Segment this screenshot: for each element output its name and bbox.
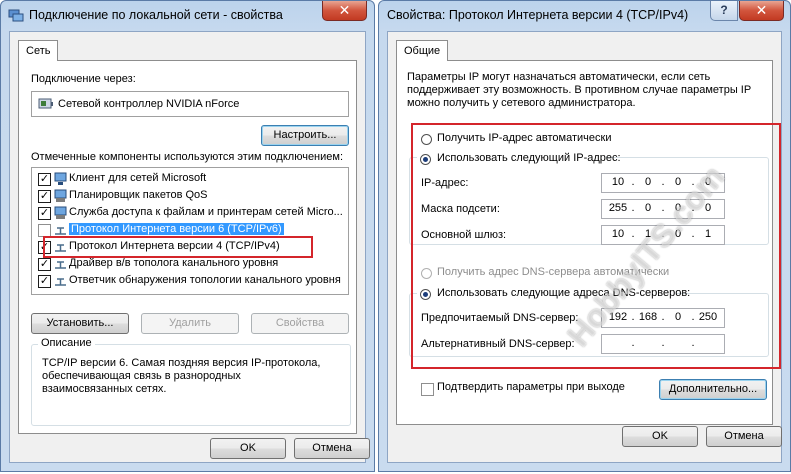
description-text: TCP/IP версии 6. Самая поздняя версия IP… <box>42 357 321 395</box>
component-label: Протокол Интернета версии 6 (TCP/IPv6) <box>69 223 284 235</box>
dialog-body: Сеть Подключение через: Сетевой контролл… <box>9 31 370 463</box>
list-item[interactable]: ✓ Клиент для сетей Microsoft <box>36 171 344 188</box>
ipv4-highlight-frame <box>43 236 313 258</box>
component-checkbox[interactable]: ✓ <box>38 258 51 271</box>
network-adapter-icon <box>8 9 24 22</box>
install-button[interactable]: Установить... <box>31 313 129 334</box>
list-item[interactable]: ✓ Служба доступа к файлам и принтерам се… <box>36 205 344 222</box>
component-label: Служба доступа к файлам и принтерам сете… <box>69 206 343 218</box>
ok-button[interactable]: OK <box>210 438 286 459</box>
window-title: Свойства: Протокол Интернета версии 4 (T… <box>387 8 689 22</box>
title-bar[interactable]: Свойства: Протокол Интернета версии 4 (T… <box>379 1 790 31</box>
component-checkbox[interactable]: ✓ <box>38 190 51 203</box>
component-checkbox[interactable]: ✓ <box>38 173 51 186</box>
protocol-icon <box>55 278 66 286</box>
tab-page: Подключение через: Сетевой контроллер NV… <box>18 60 357 434</box>
connect-via-label: Подключение через: <box>31 73 136 85</box>
adapter-field: Сетевой контроллер NVIDIA nForce <box>31 91 349 117</box>
component-label: Драйвер в/в тополога канального уровня <box>69 257 279 269</box>
network-service-icon <box>54 206 67 219</box>
component-checkbox[interactable]: ✓ <box>38 275 51 288</box>
protocol-icon <box>55 261 66 269</box>
tab-network[interactable]: Сеть <box>18 40 59 61</box>
list-item[interactable]: ✓ Ответчик обнаружения топологии канальн… <box>36 273 344 290</box>
cancel-button[interactable]: Отмена <box>294 438 370 459</box>
list-item[interactable]: ✓ Планировщик пакетов QoS <box>36 188 344 205</box>
advanced-button[interactable]: Дополнительно... <box>659 379 767 400</box>
window-title: Подключение по локальной сети - свойства <box>29 8 283 22</box>
configure-button[interactable]: Настроить... <box>261 125 349 146</box>
protocol-icon <box>55 227 66 235</box>
validate-checkbox[interactable] <box>421 383 434 396</box>
network-client-icon <box>54 172 67 185</box>
lan-properties-window: Подключение по локальной сети - свойства… <box>0 0 375 472</box>
tab-page: Параметры IP могут назначаться автоматич… <box>396 60 781 425</box>
network-card-icon <box>38 98 53 109</box>
component-label: Планировщик пакетов QoS <box>69 189 208 201</box>
close-button[interactable]: ✕ <box>322 1 367 21</box>
component-checkbox[interactable]: ✓ <box>38 207 51 220</box>
help-button[interactable]: ? <box>710 1 738 21</box>
network-service-icon <box>54 189 67 202</box>
tab-general[interactable]: Общие <box>396 40 449 61</box>
components-list[interactable]: ✓ Клиент для сетей Microsoft ✓ Планировщ… <box>31 167 349 295</box>
component-label: Ответчик обнаружения топологии канальног… <box>69 274 341 286</box>
intro-text: Параметры IP могут назначаться автоматич… <box>407 71 751 109</box>
title-bar[interactable]: Подключение по локальной сети - свойства… <box>1 1 374 31</box>
close-button[interactable]: ✕ <box>739 1 784 21</box>
ok-button[interactable]: OK <box>622 426 698 447</box>
properties-button[interactable]: Свойства <box>251 313 349 334</box>
adapter-name: Сетевой контроллер NVIDIA nForce <box>58 98 240 110</box>
cancel-button[interactable]: Отмена <box>706 426 782 447</box>
validate-label[interactable]: Подтвердить параметры при выходе <box>437 381 625 393</box>
dialog-body: Общие Параметры IP могут назначаться авт… <box>387 31 782 463</box>
ipv4-properties-window: Свойства: Протокол Интернета версии 4 (T… <box>378 0 791 472</box>
components-label: Отмеченные компоненты используются этим … <box>31 151 344 163</box>
component-label: Клиент для сетей Microsoft <box>69 172 207 184</box>
list-item[interactable]: ✓ Драйвер в/в тополога канального уровня <box>36 256 344 273</box>
remove-button[interactable]: Удалить <box>141 313 239 334</box>
description-title: Описание <box>38 337 95 349</box>
description-group: Описание TCP/IP версии 6. Самая поздняя … <box>31 337 351 426</box>
